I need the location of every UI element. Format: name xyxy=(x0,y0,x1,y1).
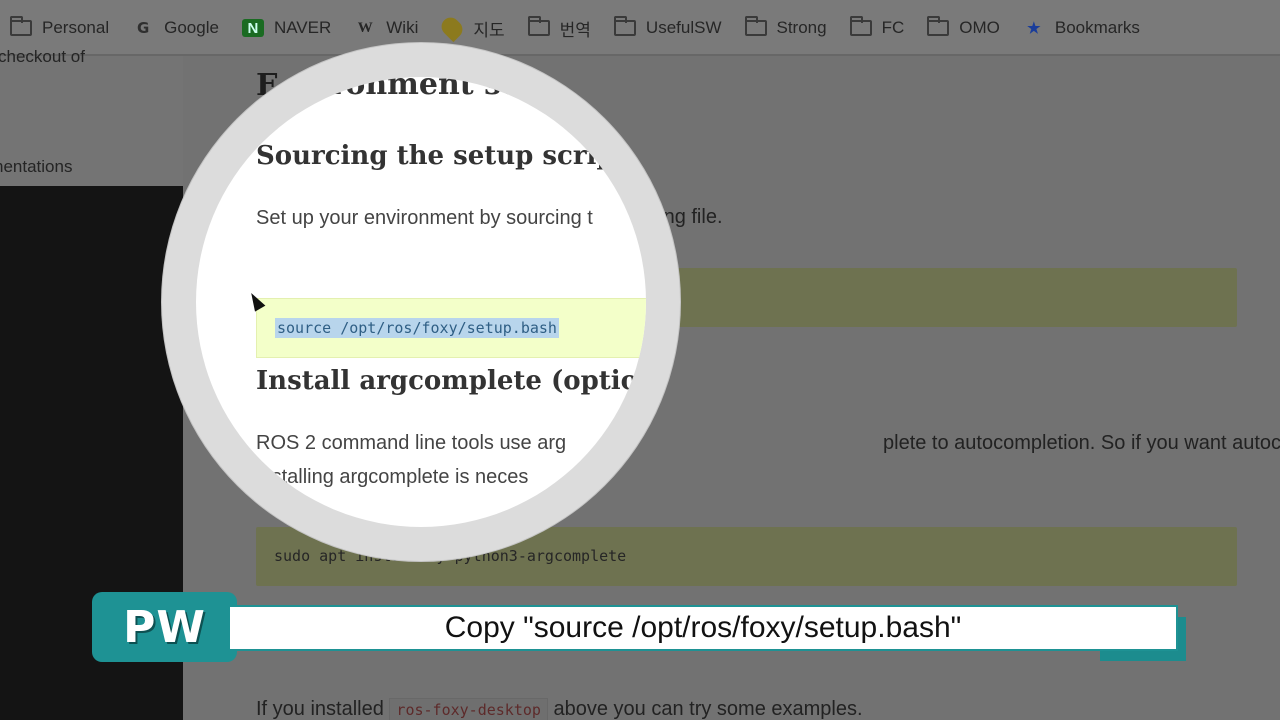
folder-icon xyxy=(744,16,767,37)
sidebar: checkout of nentations xyxy=(0,47,183,186)
sidebar-item-checkout[interactable]: checkout of xyxy=(0,47,85,67)
caption-bar: Copy "source /opt/ros/foxy/setup.bash" xyxy=(230,605,1178,651)
bookmark-label: Wiki xyxy=(386,18,419,37)
bookmark-label: Google xyxy=(164,18,219,37)
inline-code-desktop: ros-foxy-desktop xyxy=(389,698,548,720)
bookmark-wiki[interactable]: W Wiki xyxy=(354,18,419,38)
magnified-paragraph-argcomplete-1: ROS 2 command line tools use arg xyxy=(256,432,567,454)
bookmark-usefulsw[interactable]: UsefulSW xyxy=(613,16,722,38)
selected-code-text[interactable]: source /opt/ros/foxy/setup.bash xyxy=(275,318,559,338)
bookmark-fc[interactable]: FC xyxy=(849,16,905,38)
bookmark-label: Personal xyxy=(42,18,110,37)
bookmark-strong[interactable]: Strong xyxy=(744,16,827,38)
bookmarks-bar: Personal G Google N NAVER W Wiki 지도 번역 U… xyxy=(0,0,1280,56)
bookmark-label: 번역 xyxy=(559,20,591,40)
folder-icon xyxy=(527,16,550,37)
paragraph-examples: If you installed ros-foxy-desktop above … xyxy=(256,698,863,720)
sidebar-item-implementations[interactable]: nentations xyxy=(0,157,72,177)
paragraph-argcomplete-tail: plete to autocompletion. So if you want … xyxy=(883,432,1280,454)
bookmark-label: UsefulSW xyxy=(645,18,722,37)
magnified-heading-argcomplete: Install argcomplete (optiona xyxy=(256,366,646,396)
star-icon: ★ xyxy=(1027,20,1041,37)
bookmark-map[interactable]: 지도 xyxy=(438,13,505,43)
bookmark-label: Strong xyxy=(776,18,827,37)
magnifier-ring: Environment se Sourcing the setup script… xyxy=(162,43,680,561)
bookmark-label: NAVER xyxy=(273,18,332,37)
bookmark-translate[interactable]: 번역 xyxy=(527,16,591,41)
folder-icon xyxy=(10,16,32,37)
bookmark-label: FC xyxy=(881,18,905,37)
naver-icon: N xyxy=(241,19,264,37)
banner-badge: PW xyxy=(92,592,237,662)
magnified-heading-sourcing: Sourcing the setup script xyxy=(256,141,627,171)
bookmark-google[interactable]: G Google xyxy=(132,18,219,38)
magnified-heading-environment: Environment se xyxy=(256,77,521,102)
bookmark-personal[interactable]: Personal xyxy=(10,16,110,38)
caption-text: Copy "source /opt/ros/foxy/setup.bash" xyxy=(444,611,962,644)
folder-icon xyxy=(927,16,950,37)
magnified-paragraph-argcomplete-2: installing argcomplete is neces xyxy=(256,466,529,488)
magnified-paragraph: Set up your environment by sourcing t xyxy=(256,207,593,229)
bookmark-omo[interactable]: OMO xyxy=(927,16,1000,38)
bookmark-label: 지도 xyxy=(473,20,505,40)
folder-icon xyxy=(849,16,872,37)
google-icon: G xyxy=(136,19,150,37)
wikipedia-icon: W xyxy=(357,19,373,36)
bookmark-label: Bookmarks xyxy=(1054,18,1140,37)
bookmark-bookmarks[interactable]: ★ Bookmarks xyxy=(1023,18,1140,38)
badge-logo: PW xyxy=(123,601,206,653)
map-pin-icon xyxy=(438,13,467,43)
bookmark-naver[interactable]: N NAVER xyxy=(241,18,332,38)
folder-icon xyxy=(613,16,636,37)
magnified-code-block[interactable]: source /opt/ros/foxy/setup.bash xyxy=(256,298,646,358)
bookmark-label: OMO xyxy=(959,18,1000,37)
